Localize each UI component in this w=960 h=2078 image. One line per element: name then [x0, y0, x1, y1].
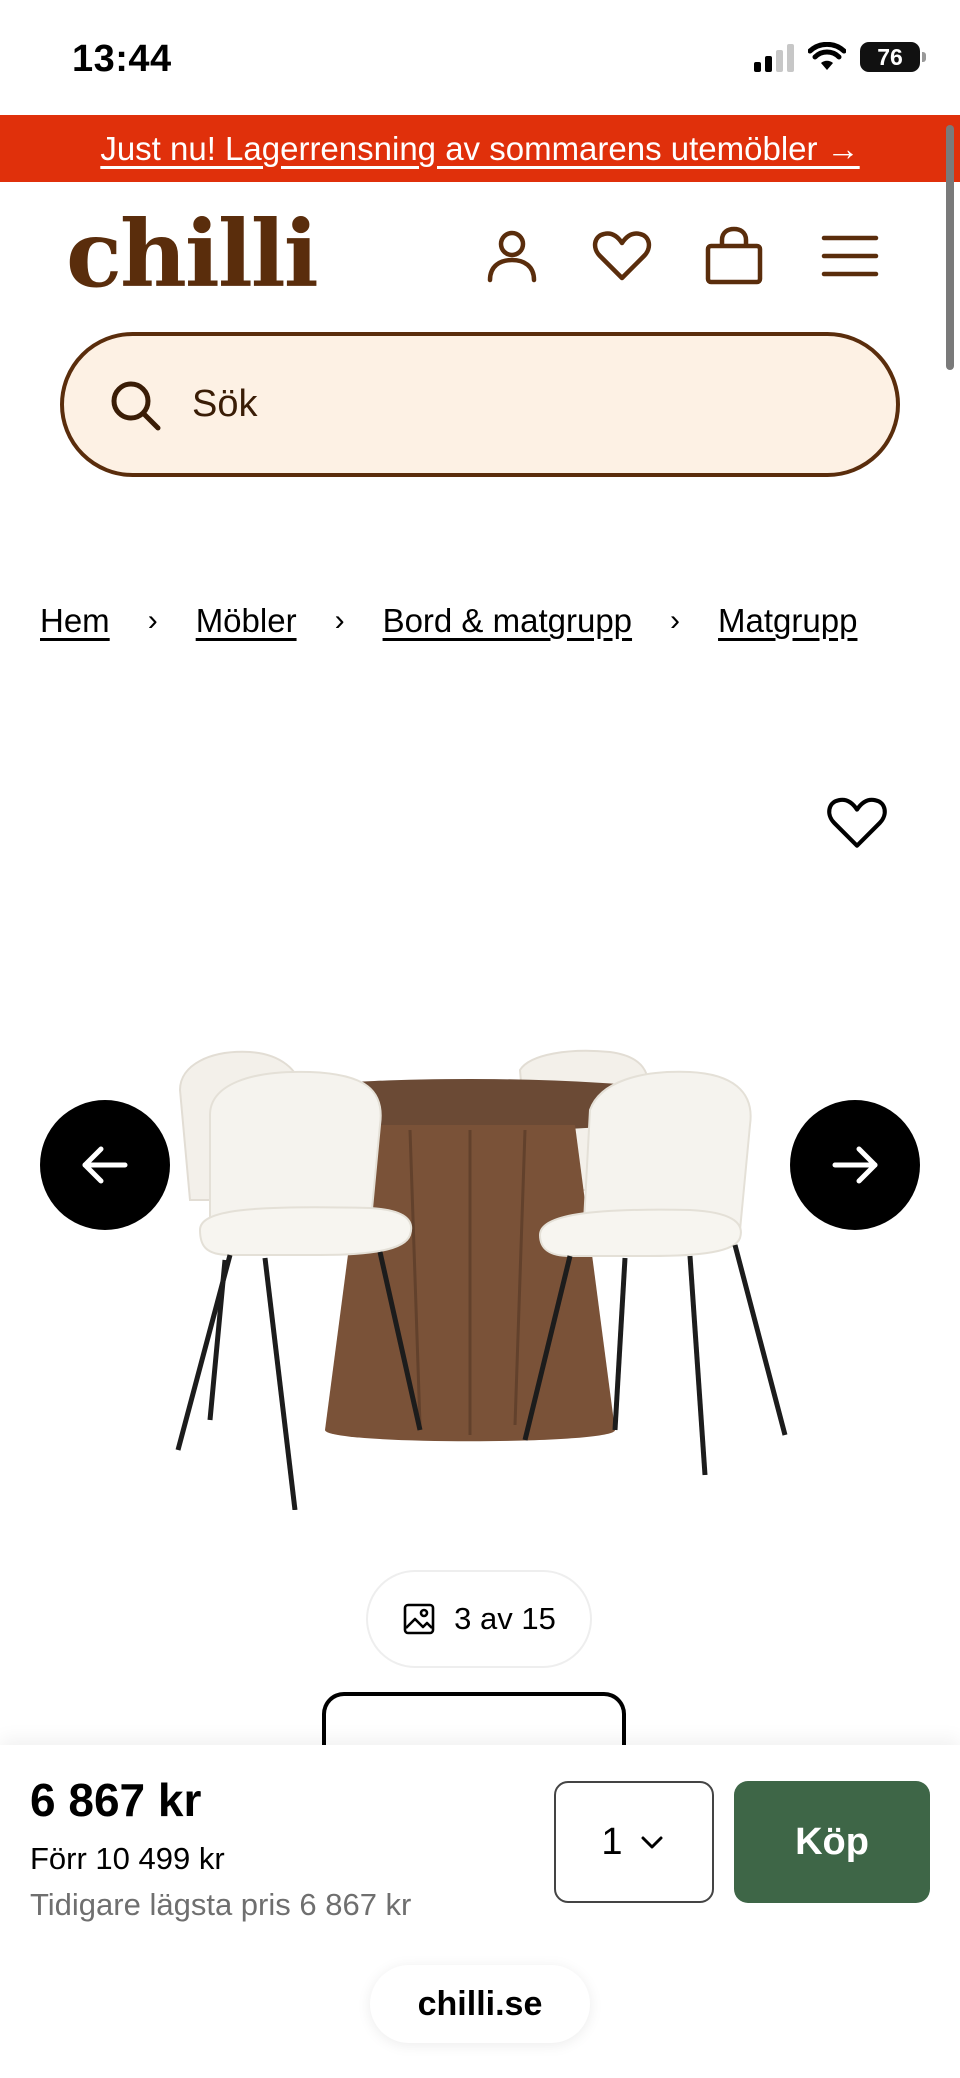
search-input[interactable]: [192, 383, 792, 426]
bag-icon: [705, 226, 763, 285]
chevron-right-icon: ›: [670, 604, 681, 637]
arrow-right-icon: [832, 1146, 878, 1184]
chevron-down-icon: [641, 1836, 663, 1849]
promo-banner: Just nu! Lagerrensning av sommarens utem…: [0, 115, 960, 182]
search-icon: [111, 381, 161, 430]
heart-icon: [592, 231, 652, 281]
buy-bar: 6 867 kr Förr 10 499 kr Tidigare lägsta …: [0, 1745, 960, 2078]
arrow-left-icon: [82, 1146, 128, 1184]
breadcrumb: Hem › Möbler › Bord & matgrupp › Matgrup…: [40, 602, 857, 640]
breadcrumb-dining-set[interactable]: Matgrupp: [718, 602, 857, 640]
breadcrumb-furniture[interactable]: Möbler: [196, 602, 297, 640]
buy-button[interactable]: Köp: [734, 1781, 930, 1903]
breadcrumb-home[interactable]: Hem: [40, 602, 110, 640]
image-icon: [403, 1603, 435, 1635]
image-counter[interactable]: 3 av 15: [368, 1572, 590, 1666]
product-image: [175, 1049, 788, 1510]
menu-button[interactable]: [818, 224, 882, 288]
status-time: 13:44: [72, 38, 172, 80]
status-bar: 13:44 76: [0, 0, 960, 115]
battery-icon: 76: [860, 42, 926, 72]
site-header: chilli: [0, 182, 960, 332]
battery-level: 76: [877, 43, 903, 70]
search-bar[interactable]: [60, 332, 900, 477]
next-image-button[interactable]: [790, 1100, 920, 1230]
quantity-select[interactable]: 1: [554, 1781, 714, 1903]
quantity-value: 1: [601, 1820, 623, 1863]
wishlist-button[interactable]: [590, 224, 654, 288]
menu-icon: [821, 235, 879, 277]
lowest-price-note: Tidigare lägsta pris 6 867 kr: [30, 1887, 412, 1922]
status-icons: 76: [754, 42, 926, 72]
chevron-right-icon: ›: [147, 604, 158, 637]
current-price: 6 867 kr: [30, 1774, 202, 1826]
previous-price: Förr 10 499 kr: [30, 1841, 225, 1876]
favorite-button[interactable]: [824, 790, 890, 856]
user-icon: [487, 230, 537, 283]
chevron-right-icon: ›: [334, 604, 345, 637]
heart-icon: [827, 797, 887, 848]
browser-url-pill[interactable]: chilli.se: [370, 1965, 590, 2043]
promo-link[interactable]: Just nu! Lagerrensning av sommarens utem…: [100, 130, 859, 168]
cart-button[interactable]: [702, 224, 766, 288]
wifi-icon: [808, 42, 846, 70]
image-counter-text: 3 av 15: [454, 1601, 556, 1636]
previous-image-button[interactable]: [40, 1100, 170, 1230]
chilli-logo[interactable]: chilli: [66, 208, 319, 300]
signal-icon: [754, 42, 794, 72]
account-button[interactable]: [480, 224, 544, 288]
breadcrumb-tables[interactable]: Bord & matgrupp: [383, 602, 632, 640]
scrollbar[interactable]: [946, 125, 954, 370]
thumbnail-selected[interactable]: [322, 1692, 626, 1752]
product-gallery: 3 av 15: [0, 740, 960, 1752]
